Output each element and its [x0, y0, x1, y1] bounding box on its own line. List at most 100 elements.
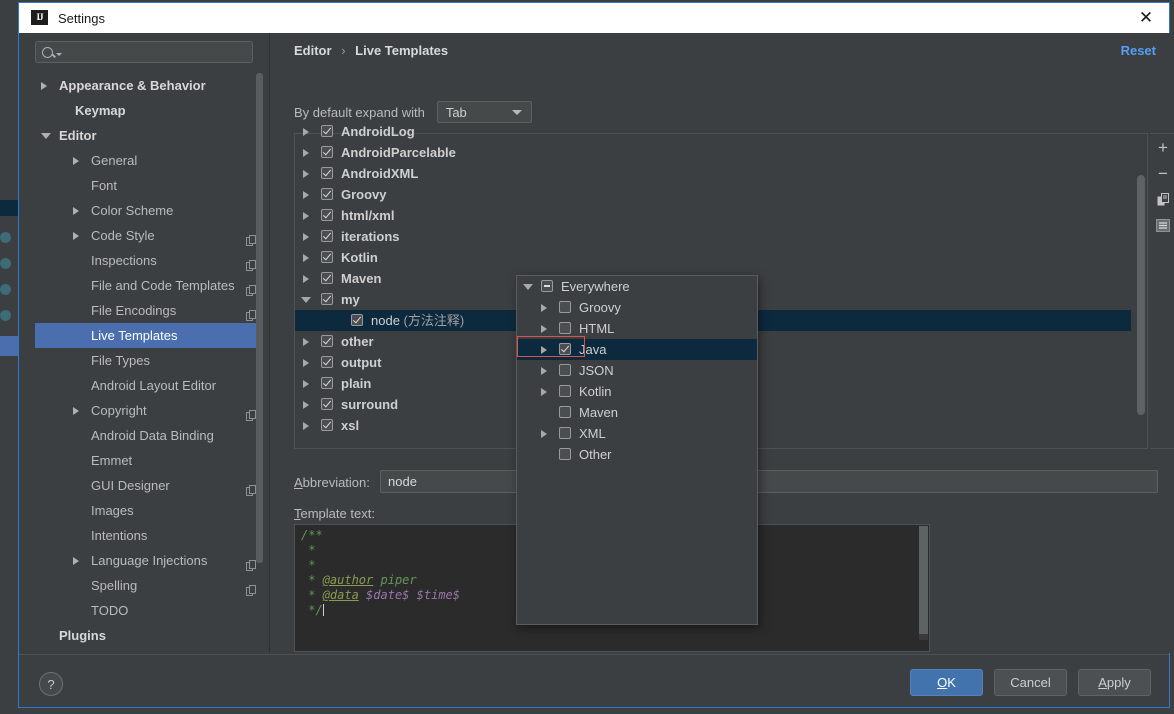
checkbox-icon[interactable] — [559, 301, 571, 313]
checkbox-icon[interactable] — [321, 251, 333, 263]
template-group-groovy[interactable]: Groovy — [295, 184, 1131, 205]
checkbox-icon[interactable] — [321, 188, 333, 200]
abbreviation-input[interactable]: node — [380, 470, 1158, 493]
breadcrumb-root[interactable]: Editor — [294, 43, 332, 58]
context-item-html[interactable]: HTML — [517, 318, 757, 339]
chevron-right-icon[interactable] — [303, 128, 309, 136]
template-group-androidlog[interactable]: AndroidLog — [295, 121, 1131, 142]
sidebar-item-intentions[interactable]: Intentions — [35, 523, 263, 548]
chevron-right-icon[interactable] — [73, 557, 79, 565]
sidebar-item-file-types[interactable]: File Types — [35, 348, 263, 373]
chevron-right-icon[interactable] — [541, 325, 547, 333]
context-item-kotlin[interactable]: Kotlin — [517, 381, 757, 402]
sidebar-item-live-templates[interactable]: Live Templates — [35, 323, 263, 348]
chevron-right-icon[interactable] — [303, 233, 309, 241]
chevron-down-icon[interactable] — [41, 133, 51, 139]
context-item-maven[interactable]: Maven — [517, 402, 757, 423]
chevron-right-icon[interactable] — [541, 304, 547, 312]
sidebar-scrollbar[interactable] — [256, 73, 263, 613]
checkbox-icon[interactable] — [559, 448, 571, 460]
duplicate-template-button[interactable] — [1150, 186, 1174, 212]
checkbox-icon[interactable] — [321, 419, 333, 431]
sidebar-item-emmet[interactable]: Emmet — [35, 448, 263, 473]
checkbox-icon[interactable] — [321, 209, 333, 221]
context-item-other[interactable]: Other — [517, 444, 757, 465]
checkbox-icon[interactable] — [321, 356, 333, 368]
sidebar-item-editor[interactable]: Editor — [35, 123, 263, 148]
template-group-iterations[interactable]: iterations — [295, 226, 1131, 247]
chevron-right-icon[interactable] — [303, 170, 309, 178]
sidebar-item-copyright[interactable]: Copyright — [35, 398, 263, 423]
chevron-right-icon[interactable] — [303, 359, 309, 367]
checkbox-icon[interactable] — [559, 322, 571, 334]
chevron-right-icon[interactable] — [303, 401, 309, 409]
context-item-json[interactable]: JSON — [517, 360, 757, 381]
chevron-right-icon[interactable] — [303, 338, 309, 346]
sidebar-item-keymap[interactable]: Keymap — [35, 98, 263, 123]
chevron-right-icon[interactable] — [73, 207, 79, 215]
checkbox-icon[interactable] — [321, 125, 333, 137]
remove-template-button[interactable]: − — [1150, 160, 1174, 186]
settings-tree[interactable]: Appearance & Behavior Keymap Editor General… — [35, 73, 263, 648]
chevron-right-icon[interactable] — [541, 430, 547, 438]
sidebar-item-appearance-behavior[interactable]: Appearance & Behavior — [35, 73, 263, 98]
checkbox-icon[interactable] — [559, 406, 571, 418]
template-group-androidparcelable[interactable]: AndroidParcelable — [295, 142, 1131, 163]
sidebar-item-file-encodings[interactable]: File Encodings — [35, 298, 263, 323]
chevron-right-icon[interactable] — [73, 232, 79, 240]
default-expand-select[interactable]: Tab — [436, 101, 532, 123]
checkbox-icon[interactable] — [321, 146, 333, 158]
template-editor-scrollbar[interactable] — [919, 526, 928, 640]
chevron-right-icon[interactable] — [541, 388, 547, 396]
context-item-xml[interactable]: XML — [517, 423, 757, 444]
checkbox-icon[interactable] — [321, 335, 333, 347]
sidebar-item-android-layout-editor[interactable]: Android Layout Editor — [35, 373, 263, 398]
checkbox-icon[interactable] — [559, 343, 571, 355]
sidebar-item-gui-designer[interactable]: GUI Designer — [35, 473, 263, 498]
sidebar-item-language-injections[interactable]: Language Injections — [35, 548, 263, 573]
template-editor-scrollbar-thumb[interactable] — [919, 526, 928, 634]
chevron-right-icon[interactable] — [541, 346, 547, 354]
checkbox-icon[interactable] — [351, 314, 363, 326]
template-group-html-xml[interactable]: html/xml — [295, 205, 1131, 226]
sidebar-item-code-style[interactable]: Code Style — [35, 223, 263, 248]
sidebar-item-plugins[interactable]: Plugins — [35, 623, 263, 648]
sidebar-item-inspections[interactable]: Inspections — [35, 248, 263, 273]
checkbox-icon[interactable] — [559, 427, 571, 439]
cancel-button[interactable]: Cancel — [994, 669, 1067, 696]
sidebar-item-general[interactable]: General — [35, 148, 263, 173]
sidebar-item-android-data-binding[interactable]: Android Data Binding — [35, 423, 263, 448]
sidebar-scrollbar-thumb[interactable] — [256, 73, 263, 563]
checkbox-icon[interactable] — [541, 280, 553, 292]
chevron-down-icon[interactable] — [523, 284, 533, 290]
checkbox-icon[interactable] — [559, 385, 571, 397]
search-input[interactable] — [35, 41, 253, 63]
chevron-right-icon[interactable] — [303, 380, 309, 388]
chevron-right-icon[interactable] — [303, 254, 309, 262]
sidebar-item-file-and-code-templates[interactable]: File and Code Templates — [35, 273, 263, 298]
checkbox-icon[interactable] — [321, 293, 333, 305]
context-item-java[interactable]: Java — [517, 339, 757, 360]
context-item-everywhere[interactable]: Everywhere — [517, 276, 757, 297]
sidebar-item-todo[interactable]: TODO — [35, 598, 263, 623]
template-tree-scrollbar-thumb[interactable] — [1137, 175, 1145, 415]
context-item-groovy[interactable]: Groovy — [517, 297, 757, 318]
chevron-right-icon[interactable] — [73, 157, 79, 165]
chevron-right-icon[interactable] — [541, 367, 547, 375]
help-button[interactable]: ? — [39, 672, 63, 696]
template-group-androidxml[interactable]: AndroidXML — [295, 163, 1131, 184]
change-context-button[interactable] — [1150, 212, 1174, 238]
chevron-down-icon[interactable] — [301, 297, 311, 303]
checkbox-icon[interactable] — [321, 377, 333, 389]
sidebar-item-font[interactable]: Font — [35, 173, 263, 198]
chevron-right-icon[interactable] — [73, 407, 79, 415]
sidebar-item-spelling[interactable]: Spelling — [35, 573, 263, 598]
chevron-right-icon[interactable] — [303, 149, 309, 157]
checkbox-icon[interactable] — [321, 167, 333, 179]
sidebar-item-images[interactable]: Images — [35, 498, 263, 523]
chevron-right-icon[interactable] — [303, 191, 309, 199]
add-template-button[interactable]: + — [1150, 134, 1174, 160]
chevron-right-icon[interactable] — [303, 212, 309, 220]
template-group-kotlin[interactable]: Kotlin — [295, 247, 1131, 268]
chevron-right-icon[interactable] — [41, 82, 47, 90]
